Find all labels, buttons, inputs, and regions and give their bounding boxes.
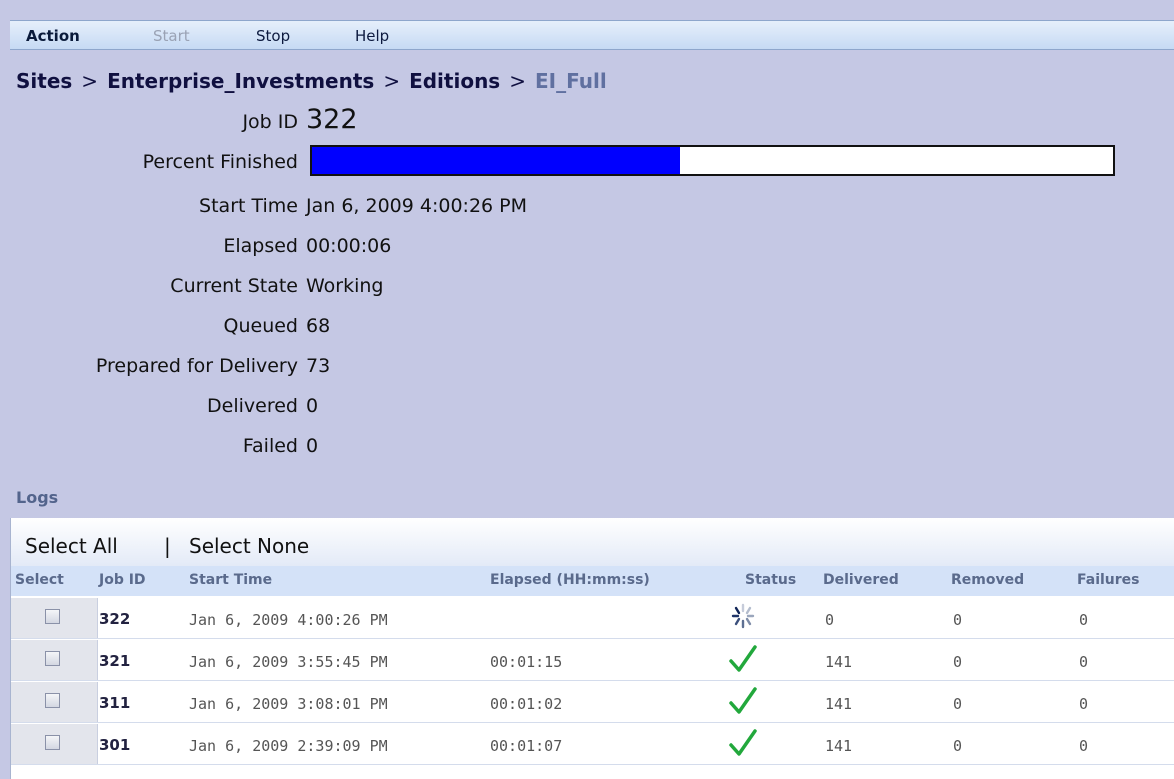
elapsed-cell: 00:01:07 [490, 737, 563, 755]
current-state-label: Current State [170, 275, 298, 297]
job-id-cell[interactable]: 311 [99, 694, 130, 712]
column-header-select[interactable]: Select [15, 572, 64, 588]
checkmark-icon [729, 729, 757, 756]
table-row: 311 Jan 6, 2009 3:08:01 PM 00:01:02 141 … [11, 682, 1174, 723]
breadcrumb: Sites > Enterprise_Investments > Editions > EI… [16, 69, 607, 93]
breadcrumb-separator: > [383, 69, 401, 93]
delivered-cell: 141 [825, 737, 853, 755]
queued-value: 68 [306, 315, 331, 337]
row-checkbox[interactable] [45, 609, 60, 624]
elapsed-value: 00:00:06 [306, 235, 392, 257]
failures-cell: 0 [1079, 695, 1089, 713]
select-cell [11, 724, 98, 764]
column-header-removed[interactable]: Removed [951, 572, 1024, 588]
breadcrumb-site[interactable]: Enterprise_Investments [107, 69, 374, 93]
percent-finished-bar [310, 145, 1115, 176]
column-header-elapsed[interactable]: Elapsed (HH:mm:ss) [490, 572, 650, 588]
delivered-cell: 141 [825, 695, 853, 713]
delivered-value: 0 [306, 395, 319, 417]
job-id-cell[interactable]: 301 [99, 736, 130, 754]
column-header-delivered[interactable]: Delivered [823, 572, 899, 588]
table-row: 322 Jan 6, 2009 4:00:26 PM 0 0 0 [11, 598, 1174, 639]
elapsed-label: Elapsed [223, 235, 298, 257]
breadcrumb-separator: > [81, 69, 99, 93]
removed-cell: 0 [953, 653, 963, 671]
removed-cell: 0 [953, 695, 963, 713]
prepared-value: 73 [306, 355, 331, 377]
menu-bar: Action Start Stop Help [10, 20, 1174, 50]
menu-action[interactable]: Action [26, 27, 80, 45]
current-state-value: Working [306, 275, 384, 297]
logs-panel: Select All | Select None Select Job ID S… [10, 518, 1174, 779]
failed-label: Failed [242, 435, 298, 457]
column-header-failures[interactable]: Failures [1077, 572, 1140, 588]
logs-title: Logs [16, 488, 59, 507]
checkmark-icon [729, 645, 757, 672]
column-header-start-time[interactable]: Start Time [189, 572, 272, 588]
start-time-value: Jan 6, 2009 4:00:26 PM [306, 195, 528, 217]
select-cell [11, 598, 98, 638]
job-id-cell[interactable]: 322 [99, 610, 130, 628]
row-checkbox[interactable] [45, 693, 60, 708]
removed-cell: 0 [953, 737, 963, 755]
percent-finished-label: Percent Finished [142, 151, 298, 173]
start-time-cell: Jan 6, 2009 2:39:09 PM [189, 737, 388, 755]
select-cell [11, 682, 98, 722]
start-time-cell: Jan 6, 2009 4:00:26 PM [189, 611, 388, 629]
row-checkbox[interactable] [45, 651, 60, 666]
delivered-label: Delivered [207, 395, 298, 417]
logs-table-header: Select Job ID Start Time Elapsed (HH:mm:… [11, 566, 1174, 596]
menu-help[interactable]: Help [355, 27, 389, 45]
failed-value: 0 [306, 435, 319, 457]
column-header-job-id[interactable]: Job ID [99, 572, 146, 588]
queued-label: Queued [223, 315, 298, 337]
prepared-label: Prepared for Delivery [95, 355, 298, 377]
failures-cell: 0 [1079, 611, 1089, 629]
removed-cell: 0 [953, 611, 963, 629]
job-id-cell[interactable]: 321 [99, 652, 130, 670]
breadcrumb-current: EI_Full [534, 69, 607, 93]
delivered-cell: 0 [825, 611, 835, 629]
delivered-cell: 141 [825, 653, 853, 671]
failures-cell: 0 [1079, 653, 1089, 671]
job-id-label: Job ID [242, 111, 298, 133]
elapsed-cell: 00:01:15 [490, 653, 563, 671]
select-none-link[interactable]: Select None [189, 534, 309, 558]
table-row: 301 Jan 6, 2009 2:39:09 PM 00:01:07 141 … [11, 724, 1174, 765]
breadcrumb-editions[interactable]: Editions [409, 69, 500, 93]
start-time-cell: Jan 6, 2009 3:08:01 PM [189, 695, 388, 713]
select-cell [11, 640, 98, 680]
checkmark-icon [729, 687, 757, 714]
menu-start[interactable]: Start [153, 27, 190, 45]
failures-cell: 0 [1079, 737, 1089, 755]
breadcrumb-separator: > [509, 69, 526, 93]
table-row: 321 Jan 6, 2009 3:55:45 PM 00:01:15 141 … [11, 640, 1174, 681]
spinner-icon [731, 603, 755, 629]
selection-divider: | [164, 534, 171, 558]
elapsed-cell: 00:01:02 [490, 695, 563, 713]
menu-stop[interactable]: Stop [256, 27, 290, 45]
breadcrumb-sites[interactable]: Sites [16, 69, 72, 93]
row-checkbox[interactable] [45, 735, 60, 750]
column-header-status[interactable]: Status [745, 572, 796, 588]
job-id-value: 322 [306, 104, 358, 135]
start-time-cell: Jan 6, 2009 3:55:45 PM [189, 653, 388, 671]
start-time-label: Start Time [199, 195, 298, 217]
select-all-link[interactable]: Select All [25, 534, 118, 558]
selection-bar: Select All | Select None [11, 518, 1174, 566]
progress-fill [312, 147, 681, 174]
